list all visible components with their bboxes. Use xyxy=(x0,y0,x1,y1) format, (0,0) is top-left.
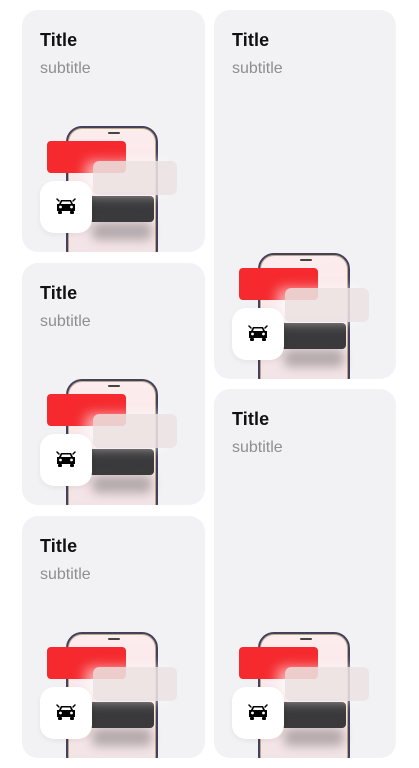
card-subtitle: subtitle xyxy=(40,566,91,583)
card[interactable]: Title subtitle xyxy=(22,10,205,252)
dark-panel xyxy=(88,702,154,728)
card-title: Title xyxy=(232,409,270,429)
dark-panel xyxy=(280,702,346,728)
card-title: Title xyxy=(40,30,78,50)
frosted-panel xyxy=(285,667,369,701)
card-subtitle: subtitle xyxy=(232,60,283,77)
card-subtitle: subtitle xyxy=(232,439,283,456)
card-subtitle: subtitle xyxy=(40,60,91,77)
card-illustration xyxy=(232,632,372,758)
card[interactable]: Title subtitle xyxy=(22,516,205,758)
frosted-panel xyxy=(285,288,369,322)
dark-panel xyxy=(280,323,346,349)
phone-speaker xyxy=(108,638,120,640)
card-illustration xyxy=(40,379,180,505)
card-illustration xyxy=(40,126,180,252)
panel-shadow xyxy=(92,475,152,493)
car-icon xyxy=(40,181,92,233)
frosted-panel xyxy=(93,667,177,701)
phone-speaker xyxy=(108,385,120,387)
frosted-panel xyxy=(93,161,177,195)
card[interactable]: Title subtitle xyxy=(214,10,396,379)
phone-speaker xyxy=(300,638,312,640)
panel-shadow xyxy=(92,222,152,240)
car-icon xyxy=(40,434,92,486)
car-icon xyxy=(40,687,92,739)
car-icon xyxy=(232,308,284,360)
card-subtitle: subtitle xyxy=(40,313,91,330)
card[interactable]: Title subtitle xyxy=(22,263,205,505)
phone-speaker xyxy=(108,132,120,134)
car-icon xyxy=(232,687,284,739)
panel-shadow xyxy=(92,728,152,746)
phone-speaker xyxy=(300,259,312,261)
card[interactable]: Title subtitle xyxy=(214,389,396,758)
dark-panel xyxy=(88,196,154,222)
panel-shadow xyxy=(284,728,344,746)
dark-panel xyxy=(88,449,154,475)
card-illustration xyxy=(232,253,372,379)
frosted-panel xyxy=(93,414,177,448)
card-illustration xyxy=(40,632,180,758)
card-title: Title xyxy=(40,536,78,556)
card-title: Title xyxy=(40,283,78,303)
card-title: Title xyxy=(232,30,270,50)
panel-shadow xyxy=(284,349,344,367)
